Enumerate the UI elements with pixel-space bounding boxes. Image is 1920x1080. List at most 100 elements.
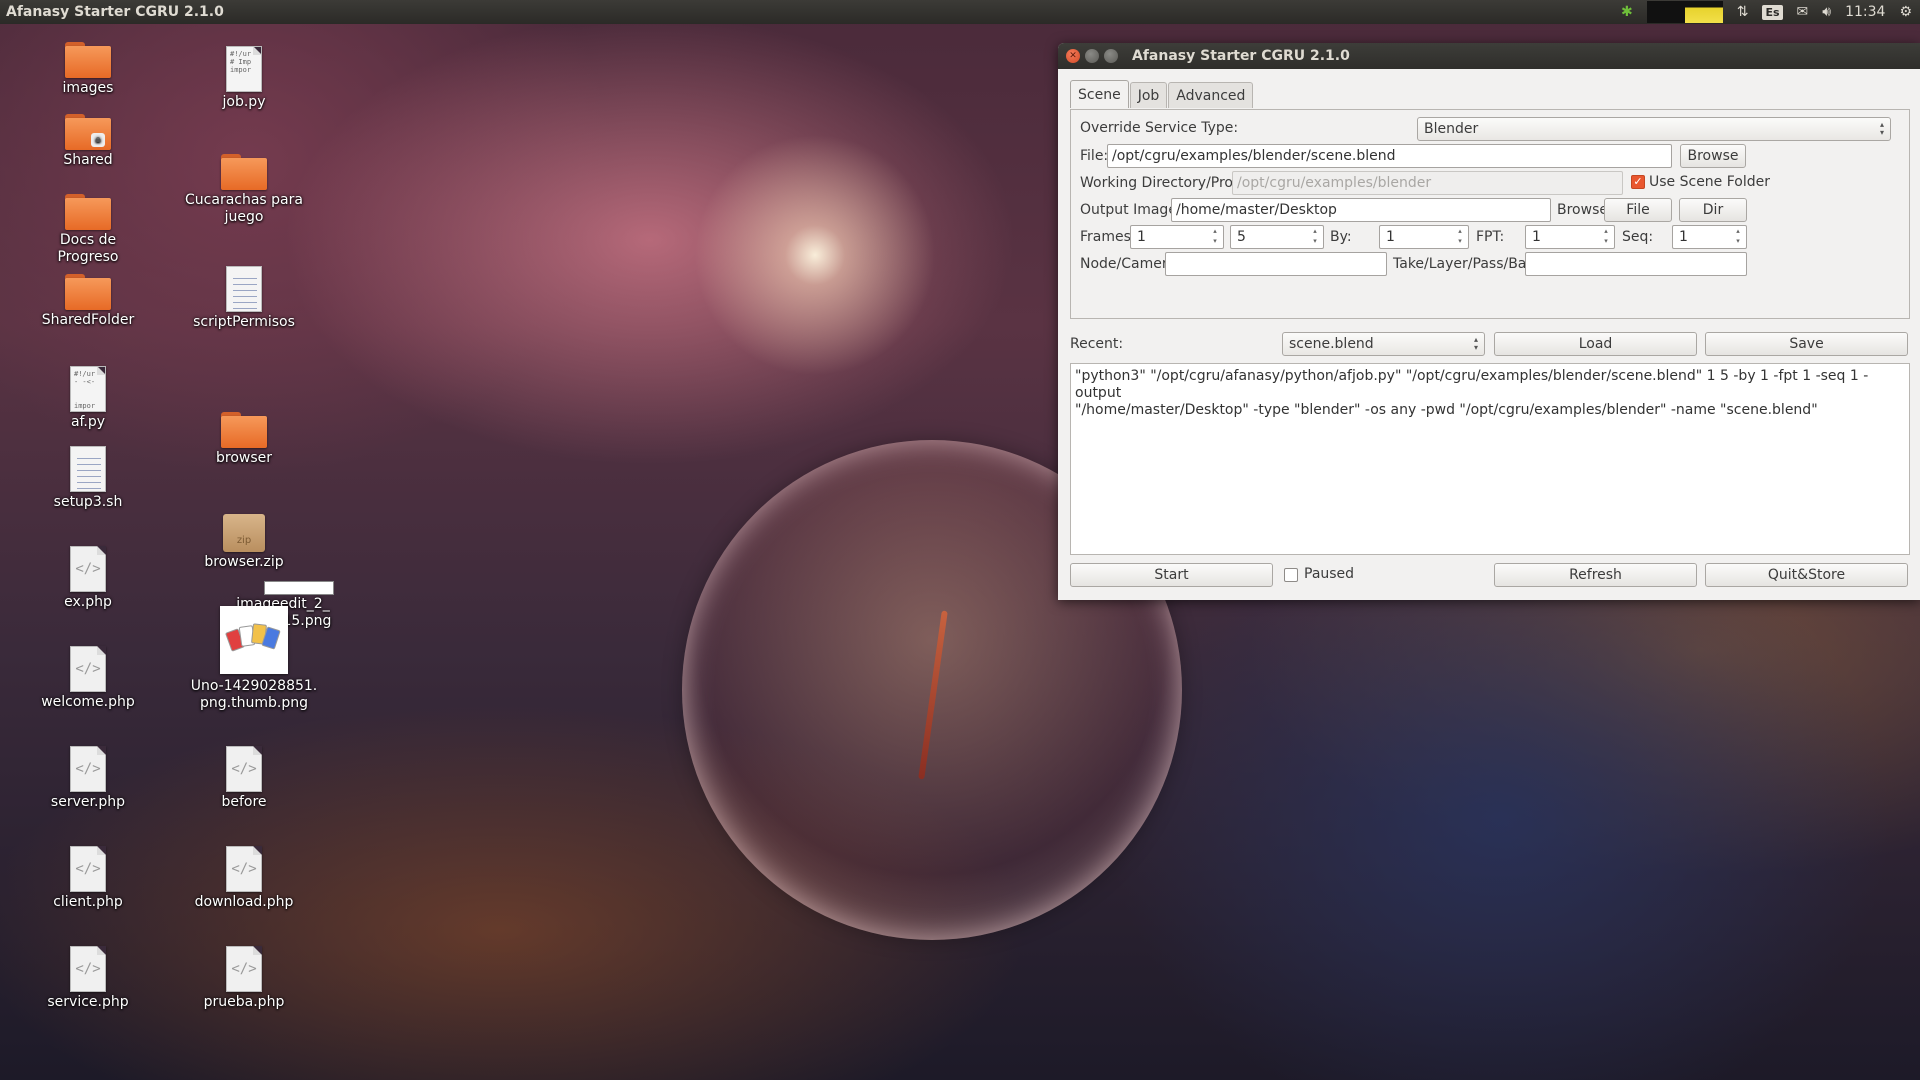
recent-label: Recent: xyxy=(1070,336,1124,352)
recent-combo[interactable]: scene.blend ▴ ▾ xyxy=(1282,332,1485,356)
folder-icon xyxy=(221,152,267,190)
paused-checkbox[interactable] xyxy=(1284,568,1298,582)
folder-icon xyxy=(65,40,111,78)
desktop-icon-browser[interactable]: browser xyxy=(184,410,304,467)
working-directory-input[interactable]: /opt/cgru/examples/blender xyxy=(1232,171,1623,195)
spin-arrows-icon[interactable]: ▴ ▾ xyxy=(1309,226,1321,248)
save-button[interactable]: Save xyxy=(1705,332,1908,356)
desktop-icon-browser-zip[interactable]: zip browser.zip xyxy=(184,514,304,571)
desktop-icon-sharedfolder[interactable]: SharedFolder xyxy=(28,272,148,329)
frames-label: Frames: xyxy=(1080,229,1136,245)
seq-value: 1 xyxy=(1679,229,1688,245)
rename-field[interactable] xyxy=(264,581,334,595)
minimize-icon[interactable] xyxy=(1085,49,1099,63)
take-layer-input[interactable] xyxy=(1525,252,1747,276)
file-input[interactable]: /opt/cgru/examples/blender/scene.blend xyxy=(1107,144,1672,168)
tab-bar: Scene Job Advanced xyxy=(1070,80,1254,108)
command-textarea[interactable]: "python3" "/opt/cgru/afanasy/python/afjo… xyxy=(1070,363,1910,555)
keyboard-layout-indicator[interactable]: Es xyxy=(1762,0,1783,24)
desktop-icon-client-php[interactable]: </> client.php xyxy=(28,846,148,911)
desktop-icon-label: setup3.sh xyxy=(53,494,123,510)
seq-spinbox[interactable]: 1 ▴ ▾ xyxy=(1672,225,1747,249)
desktop-icon-af-py[interactable]: #!/ur - -<- impor af.py xyxy=(28,366,148,431)
desktop-icon-label: Uno-1429028851. png.thumb.png xyxy=(190,678,318,711)
file-browse-button[interactable]: Browse xyxy=(1680,144,1746,168)
desktop-icon-cucarachas[interactable]: Cucarachas para juego xyxy=(184,152,304,226)
desktop-icon-label: scriptPermisos xyxy=(193,314,295,330)
desktop-icon-before[interactable]: </> before xyxy=(184,746,304,811)
folder-icon xyxy=(65,272,111,310)
file-label: File: xyxy=(1080,148,1109,164)
system-monitor-graph[interactable] xyxy=(1646,1,1723,23)
indicator-area: ✱ ⇅ Es ✉ 🔊︎ 11:34 ⚙ xyxy=(1621,0,1920,24)
frame-start-value: 1 xyxy=(1137,229,1146,245)
python-script-icon: #!/ur - -<- impor xyxy=(70,366,106,412)
by-value: 1 xyxy=(1386,229,1395,245)
desktop-icon-download-php[interactable]: </> download.php xyxy=(184,846,304,911)
tab-scene[interactable]: Scene xyxy=(1070,80,1129,108)
mail-icon[interactable]: ✉ xyxy=(1797,0,1809,24)
code-file-icon: </> xyxy=(70,846,106,892)
refresh-button[interactable]: Refresh xyxy=(1494,563,1697,587)
code-file-icon: </> xyxy=(70,746,106,792)
seq-label: Seq: xyxy=(1622,229,1654,245)
desktop-icon-job-py[interactable]: #!/ur # Imp impor job.py xyxy=(184,46,304,111)
desktop-icon-scriptpermisos[interactable]: scriptPermisos xyxy=(184,266,304,331)
desktop-icon-server-php[interactable]: </> server.php xyxy=(28,746,148,811)
desktop-icon-label: server.php xyxy=(50,794,126,810)
tab-job[interactable]: Job xyxy=(1129,82,1168,108)
desktop-icon-label: Cucarachas para juego xyxy=(185,192,303,225)
network-updown-icon[interactable]: ⇅ xyxy=(1737,0,1749,24)
spin-arrows-icon[interactable]: ▴ ▾ xyxy=(1600,226,1612,248)
desktop-icon-label: welcome.php xyxy=(41,694,135,710)
output-browse-label: Browse xyxy=(1557,202,1608,218)
combo-arrows-icon: ▴ ▾ xyxy=(1879,120,1884,137)
bug-icon[interactable]: ✱ xyxy=(1621,0,1633,24)
volume-icon[interactable]: 🔊︎ xyxy=(1822,0,1831,24)
frame-end-value: 5 xyxy=(1237,229,1246,245)
window-title: Afanasy Starter CGRU 2.1.0 xyxy=(1132,48,1350,64)
desktop-icon-welcome-php[interactable]: </> welcome.php xyxy=(28,646,148,711)
desktop-icon-docs-de-progreso[interactable]: Docs de Progreso xyxy=(28,192,148,266)
desktop-icon-label: browser.zip xyxy=(204,554,284,570)
output-dir-button[interactable]: Dir xyxy=(1679,198,1747,222)
output-file-button[interactable]: File xyxy=(1604,198,1672,222)
start-button[interactable]: Start xyxy=(1070,563,1273,587)
scene-panel: Override Service Type: Blender ▴ ▾ File: … xyxy=(1070,109,1910,319)
code-file-icon: </> xyxy=(226,746,262,792)
desktop-icon-images[interactable]: images xyxy=(28,40,148,97)
recent-value: scene.blend xyxy=(1289,336,1374,352)
output-images-input[interactable]: /home/master/Desktop xyxy=(1171,198,1551,222)
spin-arrows-icon[interactable]: ▴ ▾ xyxy=(1454,226,1466,248)
node-camera-input[interactable] xyxy=(1165,252,1387,276)
window-titlebar[interactable]: ✕ Afanasy Starter CGRU 2.1.0 xyxy=(1058,43,1920,69)
paused-label: Paused xyxy=(1304,566,1355,582)
desktop-icon-label: af.py xyxy=(70,414,106,430)
desktop-icon-setup3-sh[interactable]: setup3.sh xyxy=(28,446,148,511)
spin-arrows-icon[interactable]: ▴ ▾ xyxy=(1209,226,1221,248)
desktop-icon-label: before xyxy=(221,794,267,810)
tab-advanced[interactable]: Advanced xyxy=(1168,82,1254,108)
desktop-icon-uno-thumb[interactable]: Uno-1429028851. png.thumb.png xyxy=(191,606,317,712)
clock[interactable]: 11:34 xyxy=(1845,0,1885,24)
close-icon[interactable]: ✕ xyxy=(1066,49,1080,63)
desktop-icon-shared[interactable]: 🔒︎ Shared xyxy=(28,112,148,169)
maximize-icon[interactable] xyxy=(1104,49,1118,63)
image-thumbnail xyxy=(220,606,288,674)
desktop-icon-ex-php[interactable]: </> ex.php xyxy=(28,546,148,611)
use-scene-folder-checkbox[interactable]: ✓ xyxy=(1631,175,1645,189)
load-button[interactable]: Load xyxy=(1494,332,1697,356)
fpt-spinbox[interactable]: 1 ▴ ▾ xyxy=(1525,225,1615,249)
override-service-value: Blender xyxy=(1424,121,1479,137)
command-line-1: "python3" "/opt/cgru/afanasy/python/afjo… xyxy=(1075,368,1869,401)
frame-end-spinbox[interactable]: 5 ▴ ▾ xyxy=(1230,225,1324,249)
gear-icon[interactable]: ⚙ xyxy=(1899,0,1912,24)
by-spinbox[interactable]: 1 ▴ ▾ xyxy=(1379,225,1469,249)
frame-start-spinbox[interactable]: 1 ▴ ▾ xyxy=(1130,225,1224,249)
desktop-icon-prueba-php[interactable]: </> prueba.php xyxy=(184,946,304,1011)
spin-arrows-icon[interactable]: ▴ ▾ xyxy=(1732,226,1744,248)
desktop-icon-service-php[interactable]: </> service.php xyxy=(28,946,148,1011)
override-service-combo[interactable]: Blender ▴ ▾ xyxy=(1417,117,1891,141)
text-file-icon xyxy=(226,266,262,312)
quit-store-button[interactable]: Quit&Store xyxy=(1705,563,1908,587)
